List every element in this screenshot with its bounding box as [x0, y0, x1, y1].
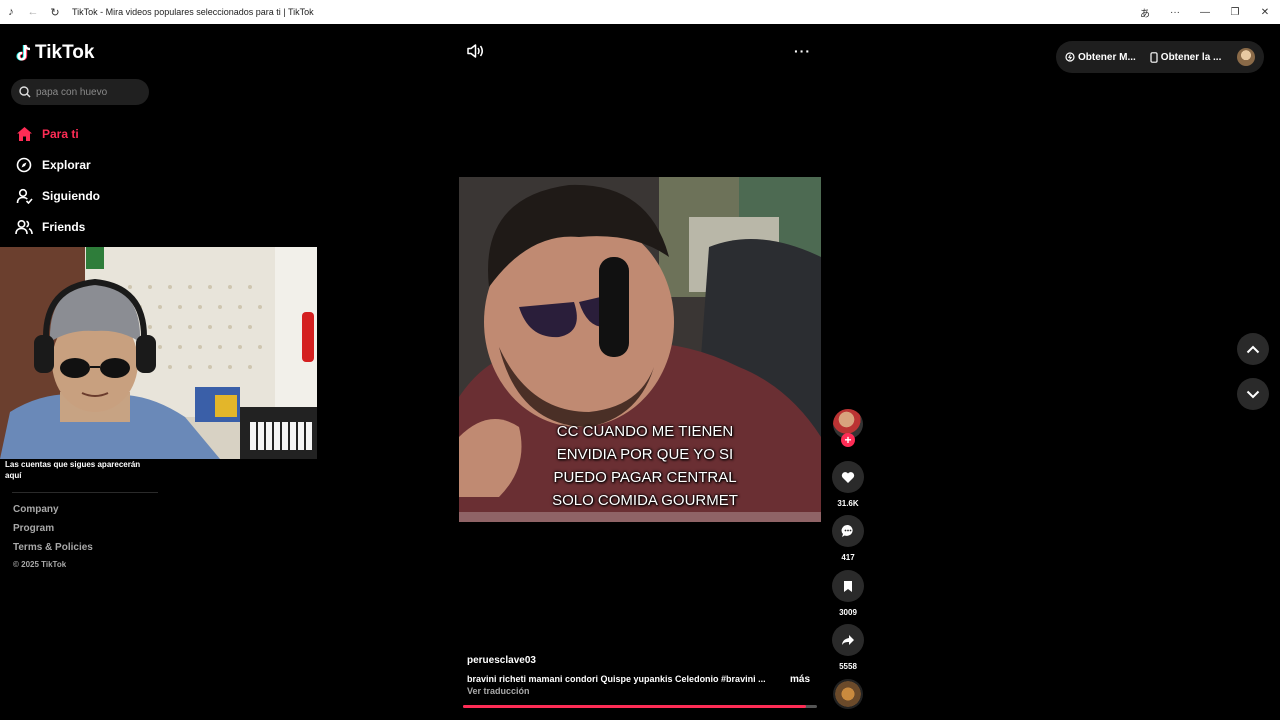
- chevron-up-icon: [1246, 345, 1260, 353]
- comment-action: 417: [832, 515, 864, 562]
- translate-link[interactable]: Ver traducción: [467, 686, 530, 696]
- share-action: 5558: [832, 624, 864, 671]
- comment-button[interactable]: [832, 515, 864, 547]
- previous-video-button[interactable]: [1237, 333, 1269, 365]
- chevron-down-icon: [1246, 390, 1260, 398]
- back-icon[interactable]: ←: [22, 0, 44, 24]
- tiktok-app-icon: ♪: [8, 6, 14, 18]
- search-box[interactable]: [11, 79, 149, 105]
- window-title: TikTok - Mira videos populares seleccion…: [72, 7, 314, 17]
- volume-icon[interactable]: [466, 43, 484, 59]
- profile-avatar[interactable]: [1237, 48, 1256, 66]
- menu-dots-icon[interactable]: ···: [1160, 7, 1190, 18]
- video-progress-fill: [463, 705, 807, 708]
- top-actions-bar: Obtener M... Obtener la ...: [1056, 41, 1264, 73]
- user-follow-icon: [15, 187, 33, 205]
- sidebar-item-label: Explorar: [42, 157, 91, 172]
- bookmark-icon: [844, 580, 852, 592]
- video-player[interactable]: CC CUANDO ME TIENEN ENVIDIA POR QUE YO S…: [459, 177, 821, 522]
- window-controls: あ ··· — ❐ ✕: [1130, 5, 1280, 20]
- sidebar-item-siguiendo[interactable]: Siguiendo: [15, 180, 100, 211]
- webcam-image: [0, 247, 317, 459]
- sidebar-item-friends[interactable]: Friends: [15, 211, 100, 242]
- video-progress-bar[interactable]: [463, 705, 817, 708]
- sidebar-item-label: Friends: [42, 219, 86, 234]
- phone-icon: [1150, 51, 1158, 63]
- like-action: 31.6K: [832, 461, 864, 508]
- next-video-button[interactable]: [1237, 378, 1269, 410]
- sidebar-item-label: Para ti: [42, 126, 79, 141]
- more-options-icon[interactable]: ···: [794, 43, 811, 59]
- browser-titlebar: ♪ ← ↻ TikTok - Mira videos populares sel…: [0, 0, 1280, 24]
- footer-link-terms[interactable]: Terms & Policies: [13, 542, 93, 561]
- heart-icon: [841, 471, 855, 483]
- compass-icon: [15, 156, 33, 174]
- minimize-icon[interactable]: —: [1190, 7, 1220, 18]
- follow-hint-text: Las cuentas que sigues aparecerán aquí: [5, 460, 141, 480]
- footer-link-company[interactable]: Company: [13, 504, 93, 523]
- footer-links: Company Program Terms & Policies: [13, 504, 93, 561]
- sidebar-nav: Para ti Explorar Siguiendo Friends: [15, 118, 100, 242]
- copyright: © 2025 TikTok: [13, 560, 67, 569]
- close-icon[interactable]: ✕: [1250, 7, 1280, 18]
- sidebar-item-explorar[interactable]: Explorar: [15, 149, 100, 180]
- friends-icon: [15, 218, 33, 236]
- get-coins-label: Obtener M...: [1078, 51, 1136, 63]
- sidebar-item-para-ti[interactable]: Para ti: [15, 118, 100, 149]
- translate-icon[interactable]: あ: [1130, 5, 1160, 20]
- comment-icon: [841, 524, 853, 537]
- video-caption-overlay: CC CUANDO ME TIENEN ENVIDIA POR QUE YO S…: [552, 423, 738, 509]
- share-button[interactable]: [832, 624, 864, 656]
- video-description: bravini richeti mamani condori Quispe yu…: [467, 674, 766, 684]
- sidebar-divider: [12, 492, 158, 493]
- footer-link-program[interactable]: Program: [13, 523, 93, 542]
- share-icon: [842, 635, 854, 645]
- save-button[interactable]: [832, 570, 864, 602]
- more-button[interactable]: más: [790, 674, 810, 685]
- tiktok-logo[interactable]: TikTok: [16, 42, 94, 64]
- like-button[interactable]: [832, 461, 864, 493]
- like-count: 31.6K: [837, 499, 859, 508]
- webcam-overlay: [0, 247, 317, 459]
- logo-text: TikTok: [35, 42, 95, 63]
- get-app-label: Obtener la ...: [1160, 51, 1222, 63]
- music-disc-icon[interactable]: [833, 679, 863, 709]
- search-icon: [19, 86, 31, 98]
- coin-icon: [1065, 52, 1075, 62]
- restore-icon[interactable]: ❐: [1220, 7, 1250, 18]
- tiktok-note-icon: [16, 44, 31, 61]
- video-username[interactable]: peruesclave03: [467, 655, 536, 666]
- home-icon: [15, 125, 33, 143]
- save-action: 3009: [832, 570, 864, 617]
- search-input[interactable]: [36, 86, 141, 98]
- comment-count: 417: [841, 553, 855, 562]
- get-coins-button[interactable]: Obtener M...: [1065, 52, 1136, 63]
- follow-plus-icon[interactable]: +: [841, 433, 855, 447]
- save-count: 3009: [839, 608, 857, 617]
- get-app-button[interactable]: Obtener la ...: [1150, 51, 1222, 63]
- share-count: 5558: [839, 662, 857, 671]
- sidebar-item-label: Siguiendo: [42, 188, 100, 203]
- refresh-icon[interactable]: ↻: [44, 0, 66, 24]
